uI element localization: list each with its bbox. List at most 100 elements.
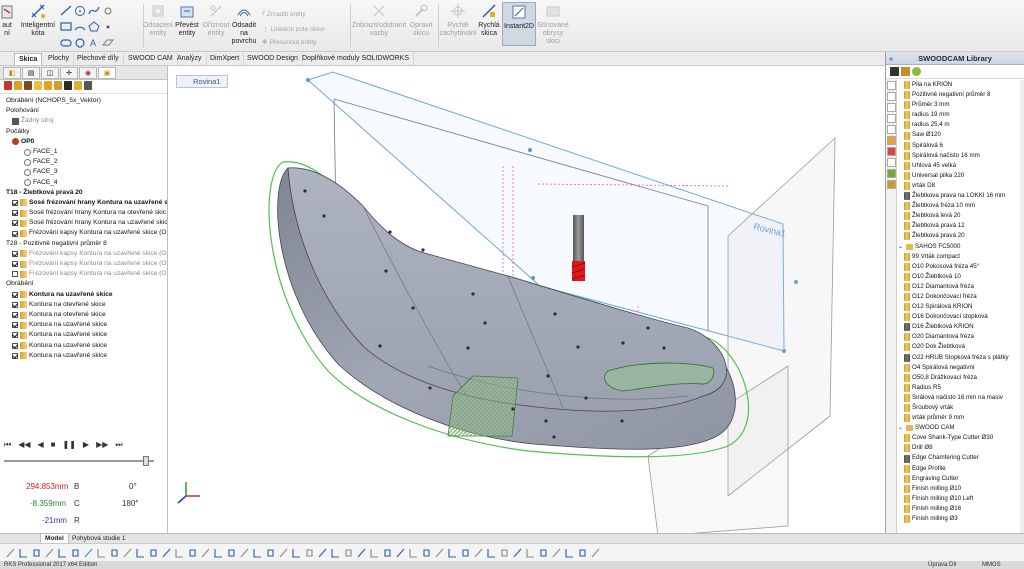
swood-library-icon[interactable] xyxy=(887,169,896,178)
checkbox[interactable] xyxy=(12,291,18,298)
tree-item[interactable]: T28 - Pozitivně negativní průměr 8 xyxy=(0,239,167,249)
checkbox[interactable] xyxy=(12,301,18,308)
sketch-tool-icon[interactable] xyxy=(253,548,262,558)
library-tool-item[interactable]: Finish milling Ø10 xyxy=(898,484,1024,494)
checkbox[interactable] xyxy=(12,342,18,349)
library-tool-item[interactable]: radius 25,4 m xyxy=(898,120,1024,130)
point-icon[interactable] xyxy=(102,21,114,32)
checkbox[interactable] xyxy=(12,312,18,319)
sketch-tool-icon[interactable] xyxy=(123,548,132,558)
library-tool-item[interactable]: O16 Žlebtková KRION xyxy=(898,322,1024,332)
smart-dimension-button[interactable]: Inteligentní kóta xyxy=(18,2,58,38)
offset-on-surface-button[interactable]: Odsadit na povrchu xyxy=(231,2,257,46)
cam-tool-icon[interactable] xyxy=(54,81,62,90)
tree-item[interactable]: Kontura na uzavřené skice xyxy=(0,341,167,351)
repair-sketch-button[interactable]: Opravit skicu xyxy=(406,2,436,38)
sketch-tool-icon[interactable] xyxy=(565,548,574,558)
sketch-tool-icon[interactable] xyxy=(578,548,587,558)
sketch-tool-icon[interactable] xyxy=(32,548,41,558)
collapse-icon[interactable]: « xyxy=(889,52,893,65)
tree-item[interactable]: Sosé frézování hrany Kontura na uzavřené… xyxy=(0,218,167,228)
plane-handle[interactable] xyxy=(528,148,532,152)
rectangle-icon[interactable] xyxy=(60,21,72,32)
configuration-manager-tab[interactable]: ◫ xyxy=(41,67,59,79)
library-scrollbar[interactable] xyxy=(1020,80,1024,542)
mirror-entities-button[interactable]: ⫽ Zrcadlit entity xyxy=(262,10,306,18)
sketch-tool-icon[interactable] xyxy=(513,548,522,558)
line-icon[interactable] xyxy=(60,5,72,16)
file-explorer-icon[interactable] xyxy=(887,114,896,123)
convert-entities-button[interactable]: Převést entity xyxy=(174,2,200,38)
sketch-tool-icon[interactable] xyxy=(71,548,80,558)
cam-tool-icon[interactable] xyxy=(74,81,82,90)
custom-properties-icon[interactable] xyxy=(887,147,896,156)
tree-item[interactable]: Sosé frézování hrany Kontura na uzavřené… xyxy=(0,198,167,208)
circle-icon[interactable] xyxy=(74,37,86,48)
sketch-tool-icon[interactable] xyxy=(240,548,249,558)
sketch-tool-icon[interactable] xyxy=(383,548,392,558)
forward-end-icon[interactable]: ⏭ xyxy=(115,440,122,450)
sketch-tool-icon[interactable] xyxy=(461,548,470,558)
sketch-tool-icon[interactable] xyxy=(266,548,275,558)
library-view-icon[interactable] xyxy=(890,67,899,76)
sketch-tool-icon[interactable] xyxy=(344,548,353,558)
pause-icon[interactable]: ❚❚ xyxy=(63,440,76,450)
cam-tool-icon[interactable] xyxy=(14,81,22,90)
tree-item[interactable]: Frézování kapsy Kontura na uzavřené skic… xyxy=(0,269,167,279)
swood-cam-library-icon[interactable] xyxy=(887,180,896,189)
library-tool-item[interactable]: O4 Spirálová negativní xyxy=(898,363,1024,373)
sketch-tool-icon[interactable] xyxy=(396,548,405,558)
cam-tool-icon[interactable] xyxy=(4,81,12,90)
library-tool-item[interactable]: radius 19 mm xyxy=(898,110,1024,120)
tree-item[interactable]: Obrábění (NCHOPS_5x_Vektor) xyxy=(0,96,167,106)
sketch-tool-icon[interactable] xyxy=(552,548,561,558)
expand-icon[interactable]: ⌄ xyxy=(898,423,904,433)
library-group[interactable]: ⌄ SAHOS FC5000 xyxy=(898,242,1024,252)
checkbox[interactable] xyxy=(12,199,18,206)
sketch-tool-icon[interactable] xyxy=(58,548,67,558)
checkbox[interactable] xyxy=(12,220,18,227)
sketch-tool-icon[interactable] xyxy=(331,548,340,558)
tree-item[interactable]: FACE_2 xyxy=(0,157,167,167)
view-palette-icon[interactable] xyxy=(887,125,896,134)
spline-icon[interactable] xyxy=(88,5,100,16)
library-tool-item[interactable]: O22 HRUB Stopková fréza s plátky xyxy=(898,353,1024,363)
sketch-tool-icon[interactable] xyxy=(149,548,158,558)
feature-manager-tab[interactable]: ◧ xyxy=(3,67,21,79)
library-tool-item[interactable]: O12 Dokončovací fréza xyxy=(898,292,1024,302)
checkbox[interactable] xyxy=(12,261,18,268)
sketch-tool-icon[interactable] xyxy=(435,548,444,558)
stop-icon[interactable]: ■ xyxy=(51,440,56,450)
library-tool-item[interactable]: Finish milling Ø10 Left xyxy=(898,494,1024,504)
tab-sheet-metal[interactable]: Plechové díly xyxy=(73,53,124,65)
step-forward-icon[interactable]: ▶▶ xyxy=(96,440,108,450)
library-tool-item[interactable]: Žlebtková fréza 10 mm xyxy=(898,201,1024,211)
library-tool-item[interactable]: Edge Chamfering Cutter xyxy=(898,453,1024,463)
slider-knob[interactable] xyxy=(143,456,149,466)
sketch-tool-icon[interactable] xyxy=(162,548,171,558)
library-tool-item[interactable]: O10 Pokosová fréza 45° xyxy=(898,262,1024,272)
sketch-tool-icon[interactable] xyxy=(370,548,379,558)
simulation-slider[interactable] xyxy=(4,456,154,466)
tree-item[interactable]: Frézování kapsy Kontura na uzavřené skic… xyxy=(0,259,167,269)
tree-item[interactable]: Kontura na uzavřené skice xyxy=(0,351,167,361)
solidworks-forum-icon[interactable] xyxy=(887,158,896,167)
library-tool-item[interactable]: Universal pilka 220 xyxy=(898,171,1024,181)
cam-tool-icon[interactable] xyxy=(44,81,52,90)
tree-item[interactable]: Kontura na otevřené skice xyxy=(0,310,167,320)
display-relations-button[interactable]: Zobrazit/odstranit vazby xyxy=(352,2,406,38)
instant2d-button[interactable]: Instant2D xyxy=(502,2,536,46)
checkbox[interactable] xyxy=(12,352,18,359)
tree-item[interactable]: FACE_3 xyxy=(0,167,167,177)
library-tool-item[interactable]: Žlebtková levá 20 xyxy=(898,211,1024,221)
sketch-tool-icon[interactable] xyxy=(409,548,418,558)
sketch-tool-icon[interactable] xyxy=(305,548,314,558)
play-back-icon[interactable]: ◀ xyxy=(38,440,44,450)
property-manager-tab[interactable]: ▤ xyxy=(22,67,40,79)
sketch-tool-icon[interactable] xyxy=(110,548,119,558)
library-tool-item[interactable]: O50,8 Drážkovací fréza xyxy=(898,373,1024,383)
active-sketch-label[interactable]: Rovina1 xyxy=(176,75,228,88)
move-entities-button[interactable]: ✥ Přesunout entity xyxy=(262,38,316,47)
library-tool-item[interactable]: Drill Ø8 xyxy=(898,443,1024,453)
sketch-mirror-icon[interactable] xyxy=(102,5,114,16)
